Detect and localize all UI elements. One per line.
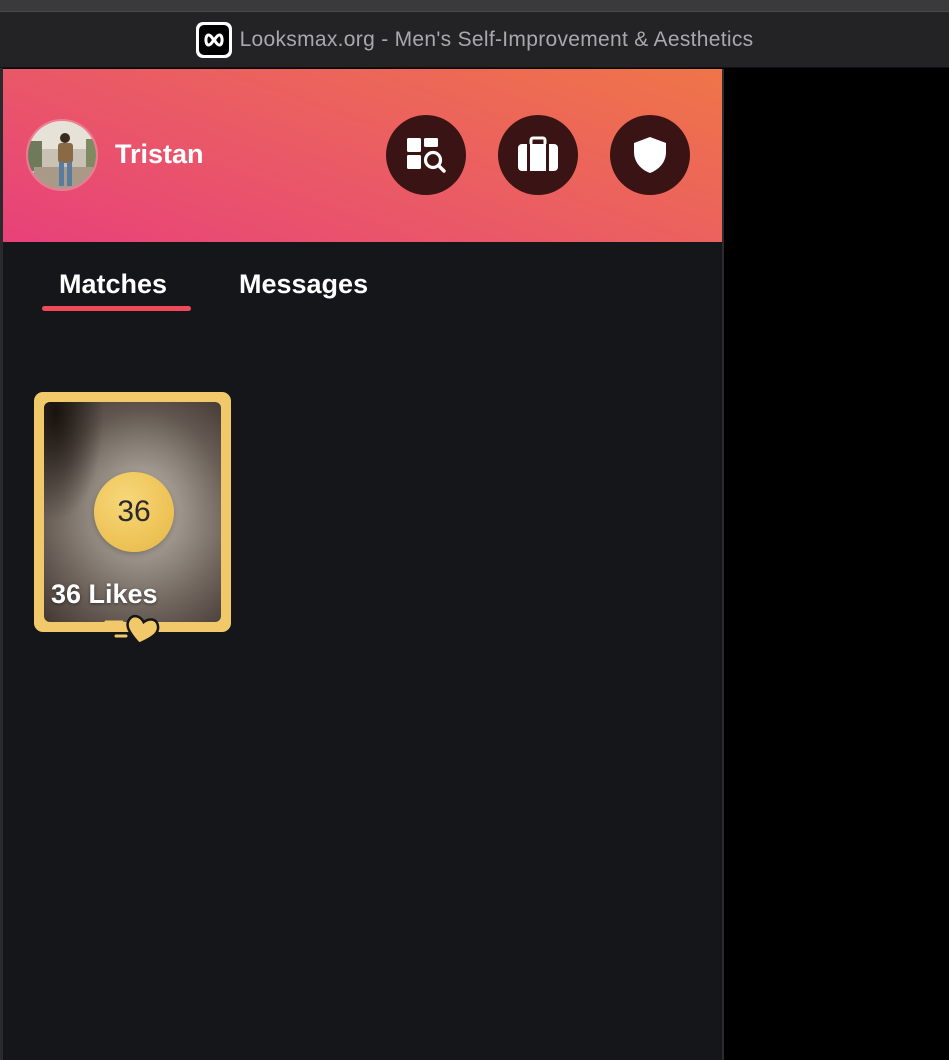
username: Tristan — [115, 139, 204, 169]
explore-icon — [407, 138, 446, 173]
app-panel: Tristan Matches Messages 36 36 Likes — [3, 69, 722, 1060]
briefcase-icon — [518, 136, 558, 171]
tab-bar: Matches Messages — [3, 242, 722, 332]
active-tab-indicator — [42, 306, 191, 311]
tab-matches[interactable]: Matches — [59, 269, 167, 300]
likes-blurred-photo: 36 36 Likes — [44, 402, 221, 622]
likes-count-badge: 36 — [94, 472, 174, 552]
window-title: Looksmax.org - Men's Self-Improvement & … — [239, 27, 754, 51]
top-strip — [0, 0, 949, 12]
heart-icon — [104, 614, 160, 646]
briefcase-button[interactable] — [498, 115, 578, 195]
likes-label: 36 Likes — [51, 579, 158, 609]
content-area — [724, 69, 949, 1060]
shield-button[interactable] — [610, 115, 690, 195]
window-titlebar: Looksmax.org - Men's Self-Improvement & … — [0, 12, 949, 68]
explore-button[interactable] — [386, 115, 466, 195]
avatar[interactable] — [26, 119, 98, 191]
tab-messages[interactable]: Messages — [239, 269, 368, 300]
likes-card[interactable]: 36 36 Likes — [34, 392, 231, 646]
infinity-icon — [198, 24, 229, 55]
site-favicon — [195, 21, 232, 58]
shield-icon — [634, 137, 666, 173]
profile-header: Tristan — [3, 69, 722, 242]
